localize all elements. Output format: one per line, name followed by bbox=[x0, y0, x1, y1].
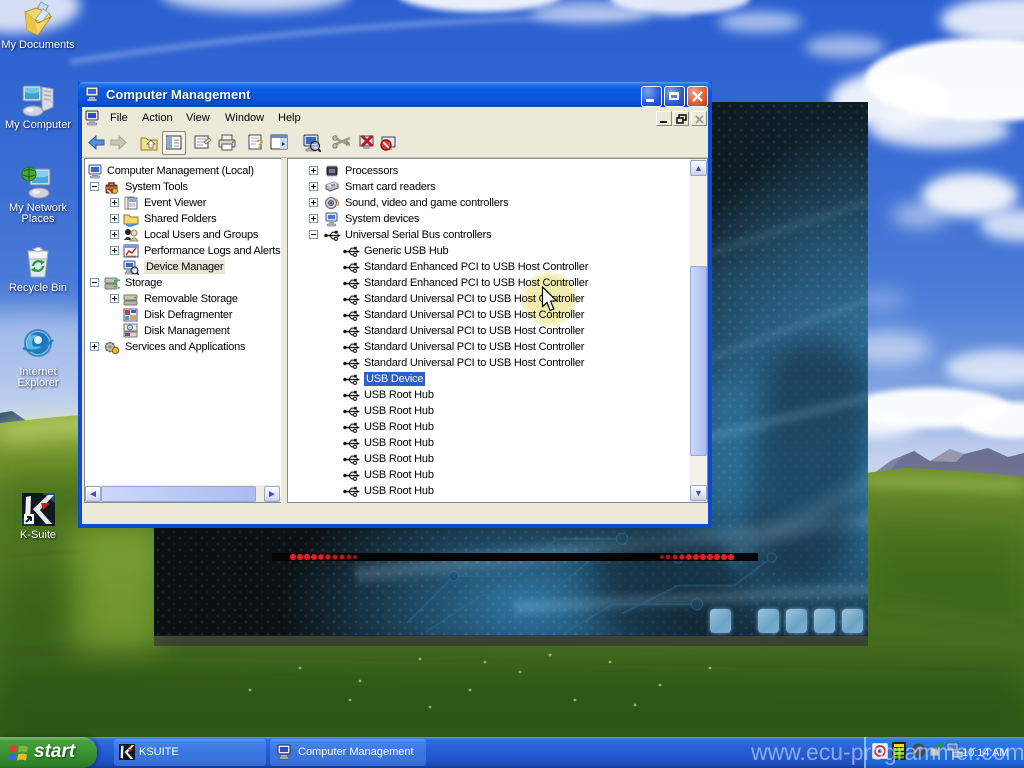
svg-text:?: ? bbox=[256, 137, 263, 151]
